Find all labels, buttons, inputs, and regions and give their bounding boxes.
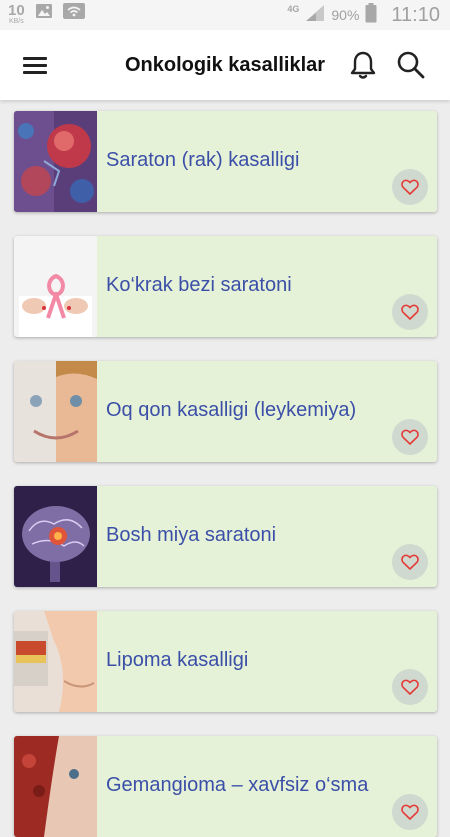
item-title: Saraton (rak) kasalligi bbox=[106, 149, 300, 171]
heart-icon bbox=[401, 554, 419, 570]
favorite-button[interactable] bbox=[392, 544, 428, 580]
battery-icon bbox=[365, 2, 377, 28]
list-item[interactable]: Lipoma kasalligi bbox=[14, 611, 437, 712]
list-item[interactable]: Oq qon kasalligi (leykemiya) bbox=[14, 361, 437, 462]
pink-ribbon-thumbnail bbox=[14, 236, 97, 337]
network-speed: 10 KB/s bbox=[8, 3, 25, 25]
cancer-cell-thumbnail bbox=[14, 111, 97, 212]
bell-icon bbox=[350, 51, 376, 79]
speed-value: 10 bbox=[8, 1, 25, 19]
clock: 11:10 bbox=[391, 3, 440, 26]
item-title: Lipoma kasalligi bbox=[106, 649, 249, 671]
child-face-thumbnail bbox=[14, 361, 97, 462]
gallery-icon bbox=[35, 2, 53, 25]
item-title: Bosh miya saratoni bbox=[106, 524, 277, 546]
search-icon bbox=[397, 51, 425, 79]
item-title: Gemangioma – xavfsiz o‘sma bbox=[106, 774, 369, 796]
heart-icon bbox=[401, 804, 419, 820]
item-title: Ko‘krak bezi saratoni bbox=[106, 274, 292, 296]
speed-unit: KB/s bbox=[8, 17, 24, 25]
app-bar: Onkologik kasalliklar bbox=[0, 30, 450, 100]
favorite-button[interactable] bbox=[392, 169, 428, 205]
notifications-button[interactable] bbox=[348, 49, 378, 81]
heart-icon bbox=[401, 304, 419, 320]
status-bar: 10 KB/s 4G 90% 11:10 bbox=[0, 0, 450, 30]
favorite-button[interactable] bbox=[392, 294, 428, 330]
item-title: Oq qon kasalligi (leykemiya) bbox=[106, 399, 357, 421]
wifi-icon bbox=[62, 2, 85, 25]
network-type: 4G bbox=[287, 4, 300, 14]
status-left: 10 KB/s bbox=[8, 2, 85, 25]
heart-icon bbox=[401, 179, 419, 195]
battery-percent: 90% bbox=[331, 7, 360, 23]
hemangioma-thumbnail bbox=[14, 736, 97, 837]
list-item[interactable]: Bosh miya saratoni bbox=[14, 486, 437, 587]
heart-icon bbox=[401, 429, 419, 445]
favorite-button[interactable] bbox=[392, 794, 428, 830]
list-item[interactable]: Gemangioma – xavfsiz o‘sma bbox=[14, 736, 437, 837]
favorite-button[interactable] bbox=[392, 669, 428, 705]
page-title: Onkologik kasalliklar bbox=[124, 54, 326, 76]
list-item[interactable]: Ko‘krak bezi saratoni bbox=[14, 236, 437, 337]
search-button[interactable] bbox=[395, 49, 427, 81]
favorite-button[interactable] bbox=[392, 419, 428, 455]
heart-icon bbox=[401, 679, 419, 695]
lipoma-thumbnail bbox=[14, 611, 97, 712]
list-item[interactable]: Saraton (rak) kasalligi bbox=[14, 111, 437, 212]
signal-icon bbox=[305, 4, 325, 27]
brain-tumor-thumbnail bbox=[14, 486, 97, 587]
status-right: 4G 90% 11:10 bbox=[287, 0, 440, 30]
